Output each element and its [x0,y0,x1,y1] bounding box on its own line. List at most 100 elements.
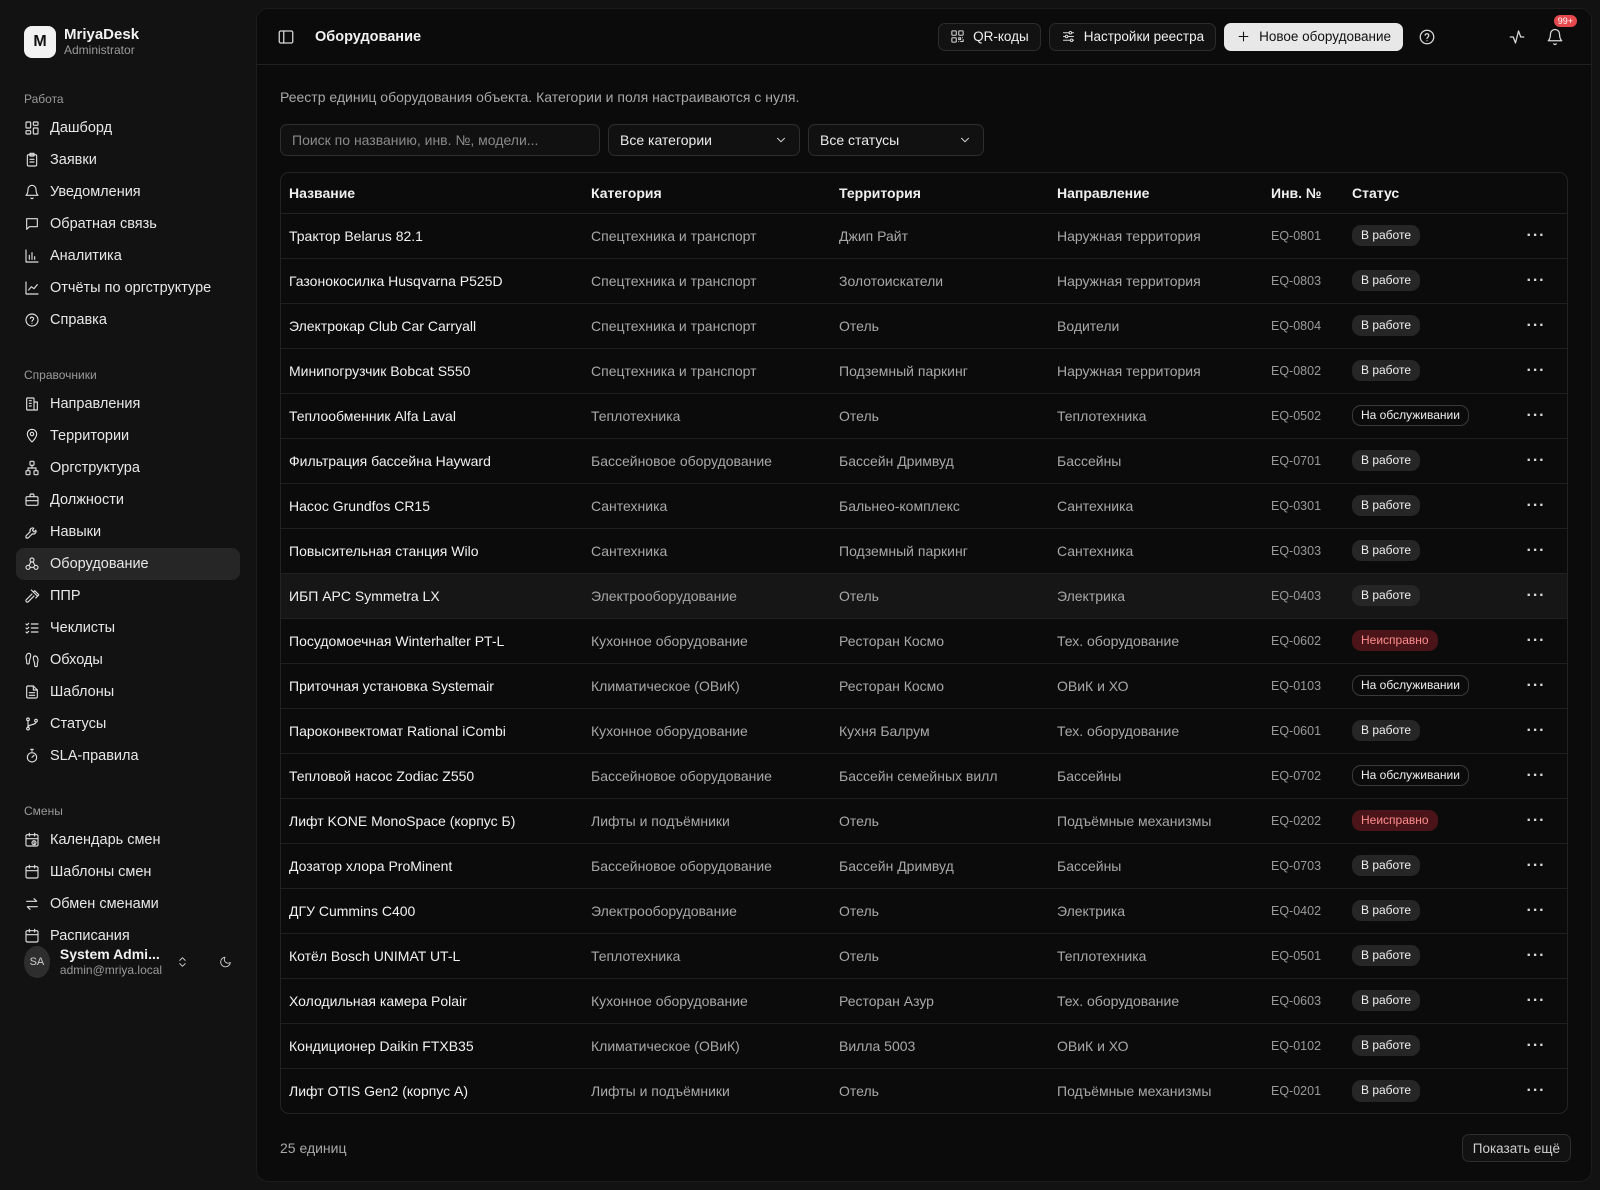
sidebar-item[interactable]: Аналитика [16,240,240,272]
sidebar-item[interactable]: Обмен сменами [16,888,240,920]
equipment-territory: Отель [831,303,1049,349]
git-branch-icon [24,716,40,732]
sidebar-item[interactable]: Чеклисты [16,612,240,644]
show-more-button[interactable]: Показать ещё [1461,1134,1571,1162]
table-row[interactable]: Пароконвектомат Rational iCombi Кухонное … [281,708,1567,754]
activity-button[interactable] [1503,23,1531,51]
sidebar-item-label: Чеклисты [50,620,116,636]
sidebar-item[interactable]: Заявки [16,144,240,176]
nav-scroll[interactable]: Работа Дашборд Заявки Уведомления Обратная с… [0,62,256,962]
column-header: Название [281,173,583,214]
brand[interactable]: M MriyaDesk Administrator [0,0,256,62]
moon-icon[interactable] [219,954,232,970]
table-row[interactable]: Дозатор хлора ProMinent Бассейновое обору… [281,843,1567,889]
table-row[interactable]: Котёл Bosch UNIMAT UT-L Теплотехника Отель… [281,933,1567,979]
row-actions-button[interactable]: ··· [1504,1068,1567,1113]
equipment-territory: Вилла 5003 [831,1023,1049,1069]
sidebar-item[interactable]: Должности [16,484,240,516]
table-row[interactable]: Электрокар Club Car Carryall Спецтехника … [281,303,1567,349]
more-horizontal-icon: ··· [1526,361,1546,379]
row-actions-button[interactable]: ··· [1504,798,1567,844]
help-circle-icon [1419,29,1435,44]
table-row[interactable]: ДГУ Cummins C400 Электрооборудование Отель… [281,888,1567,934]
table-row[interactable]: Холодильная камера Polair Кухонное оборуд… [281,978,1567,1024]
help-button[interactable] [1413,23,1441,51]
table-row[interactable]: Фильтрация бассейна Hayward Бассейновое о… [281,438,1567,484]
sidebar-item[interactable]: Статусы [16,708,240,740]
search-input[interactable] [280,124,600,156]
row-actions-button[interactable]: ··· [1504,618,1567,664]
equipment-territory: Отель [831,933,1049,979]
sidebar-item[interactable]: ППР [16,580,240,612]
sidebar-item[interactable]: Отчёты по оргструктуре [16,272,240,304]
more-horizontal-icon: ··· [1526,271,1546,289]
equipment-category: Теплотехника [583,393,831,439]
sidebar-item[interactable]: Оборудование [16,548,240,580]
row-actions-button[interactable]: ··· [1504,438,1567,484]
more-horizontal-icon: ··· [1526,451,1546,469]
network-icon [24,460,40,476]
table-row[interactable]: Газонокосилка Husqvarna P525D Спецтехника… [281,258,1567,304]
sidebar-item[interactable]: Территории [16,420,240,452]
sidebar-item[interactable]: Календарь смен [16,824,240,856]
row-actions-button[interactable]: ··· [1504,348,1567,394]
category-select[interactable]: Все категории [608,124,800,156]
equipment-name: Минипогрузчик Bobcat S550 [281,348,583,394]
row-actions-button[interactable]: ··· [1504,1023,1567,1069]
row-actions-button[interactable]: ··· [1504,933,1567,979]
table-row[interactable]: Кондиционер Daikin FTXB35 Климатическое (… [281,1023,1567,1069]
row-actions-button[interactable]: ··· [1504,573,1567,619]
column-header: Направление [1049,173,1263,214]
status-badge: В работе [1352,719,1421,742]
registry-settings-button[interactable]: Настройки реестра [1048,22,1217,51]
table-row[interactable]: Тепловой насос Zodiac Z550 Бассейновое об… [281,753,1567,799]
row-actions-button[interactable]: ··· [1504,258,1567,304]
sidebar-item[interactable]: Обратная связь [16,208,240,240]
row-actions-button[interactable]: ··· [1504,393,1567,439]
sidebar-item[interactable]: Дашборд [16,112,240,144]
sidebar-toggle-icon[interactable] [277,28,295,46]
row-actions-button[interactable]: ··· [1504,303,1567,349]
sidebar-item[interactable]: SLA-правила [16,740,240,772]
row-actions-button[interactable]: ··· [1504,843,1567,889]
row-actions-button[interactable]: ··· [1504,888,1567,934]
table-row[interactable]: Трактор Belarus 82.1 Спецтехника и трансп… [281,213,1567,259]
sidebar-item-label: Календарь смен [50,832,161,848]
row-actions-button[interactable]: ··· [1504,213,1567,259]
sidebar-item[interactable]: Уведомления [16,176,240,208]
row-actions-button[interactable]: ··· [1504,663,1567,709]
table-row[interactable]: Лифт KONE MonoSpace (корпус Б) Лифты и по… [281,798,1567,844]
more-horizontal-icon: ··· [1526,946,1546,964]
table-row[interactable]: Повысительная станция Wilo Сантехника Подз… [281,528,1567,574]
notifications-button[interactable]: 99+ [1541,14,1577,51]
qr-codes-button[interactable]: QR-коды [938,22,1041,51]
table-header: Название Категория Территория Направление Ин… [281,173,1567,214]
table-row[interactable]: Минипогрузчик Bobcat S550 Спецтехника и т… [281,348,1567,394]
user-menu[interactable]: SA System Admi... admin@mriya.local [16,940,240,984]
table-row[interactable]: Лифт OTIS Gen2 (корпус А) Лифты и подъёмн… [281,1068,1567,1113]
table-row[interactable]: ИБП APC Symmetra LX Электрооборудование От… [281,573,1567,619]
equipment-direction: Тех. оборудование [1049,618,1263,664]
row-actions-button[interactable]: ··· [1504,528,1567,574]
equipment-category: Лифты и подъёмники [583,798,831,844]
new-equipment-button[interactable]: Новое оборудование [1224,22,1403,51]
equipment-category: Кухонное оборудование [583,978,831,1024]
sidebar-item[interactable]: Обходы [16,644,240,676]
row-actions-button[interactable]: ··· [1504,753,1567,799]
table-row[interactable]: Теплообменник Alfa Laval Теплотехника Отел… [281,393,1567,439]
sidebar-item[interactable]: Навыки [16,516,240,548]
sidebar-item[interactable]: Направления [16,388,240,420]
sidebar-item[interactable]: Шаблоны [16,676,240,708]
sidebar-item[interactable]: Шаблоны смен [16,856,240,888]
row-actions-button[interactable]: ··· [1504,708,1567,754]
table-row[interactable]: Приточная установка Systemair Климатическ… [281,663,1567,709]
sidebar-item[interactable]: Оргструктура [16,452,240,484]
sidebar-item[interactable]: Справка [16,304,240,336]
equipment-territory: Бассейн семейных вилл [831,753,1049,799]
row-actions-button[interactable]: ··· [1504,483,1567,529]
table-row[interactable]: Насос Grundfos CR15 Сантехника Бальнео-ком… [281,483,1567,529]
status-select[interactable]: Все статусы [808,124,984,156]
row-actions-button[interactable]: ··· [1504,978,1567,1024]
equipment-direction: ОВиК и ХО [1049,1023,1263,1069]
table-row[interactable]: Посудомоечная Winterhalter PT-L Кухонное … [281,618,1567,664]
